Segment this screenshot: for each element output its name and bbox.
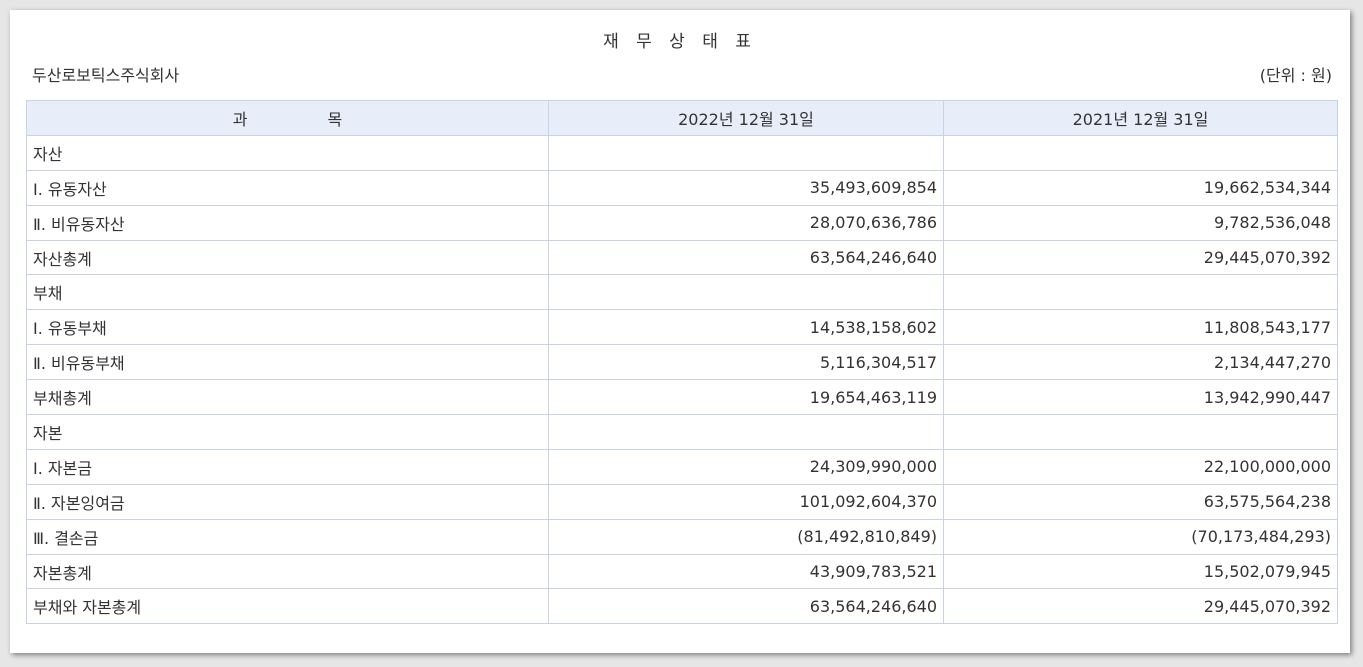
table-row: 자산총계 63,564,246,640 29,445,070,392 <box>26 239 1338 276</box>
table-row: Ⅰ. 유동부채 14,538,158,602 11,808,543,177 <box>26 309 1338 346</box>
row-value-2022 <box>548 274 944 311</box>
table-row: Ⅲ. 결손금 (81,492,810,849) (70,173,484,293) <box>26 518 1338 555</box>
document-title: 재 무 상 태 표 <box>603 32 757 52</box>
row-value-2022: 101,092,604,370 <box>548 483 944 520</box>
table-header-row: 과목 2022년 12월 31일 2021년 12월 31일 <box>26 100 1338 136</box>
row-value-2021: 19,662,534,344 <box>943 169 1338 206</box>
header-2022: 2022년 12월 31일 <box>548 100 944 136</box>
header-2021: 2021년 12월 31일 <box>943 100 1338 136</box>
row-label: 부채 <box>26 274 549 311</box>
row-value-2021: 22,100,000,000 <box>943 448 1338 485</box>
header-subject: 과목 <box>26 100 549 136</box>
row-label: Ⅰ. 유동부채 <box>26 309 549 346</box>
row-value-2021: 63,575,564,238 <box>943 483 1338 520</box>
row-label: 자산총계 <box>26 239 549 276</box>
row-label: 자본 <box>26 414 549 450</box>
table-row: 부채와 자본총계 63,564,246,640 29,445,070,392 <box>26 588 1338 625</box>
row-value-2022: 43,909,783,521 <box>548 553 944 590</box>
header-subject-part1: 과 <box>232 109 248 129</box>
row-value-2021 <box>943 274 1338 311</box>
unit-label: (단위 : 원) <box>1259 66 1332 85</box>
company-name: 두산로보틱스주식회사 <box>32 66 180 85</box>
row-value-2022: 63,564,246,640 <box>548 588 944 625</box>
table-row: 부채 <box>26 274 1338 311</box>
financial-statement-sheet: 재 무 상 태 표 두산로보틱스주식회사 (단위 : 원) 과목 2022년 1… <box>10 10 1350 653</box>
row-label: 자산 <box>26 134 549 171</box>
row-value-2021: 29,445,070,392 <box>943 588 1338 625</box>
header-subject-part2: 목 <box>327 109 343 129</box>
table-row: 자본 <box>26 414 1338 450</box>
row-value-2021 <box>943 414 1338 450</box>
table-row: Ⅱ. 비유동자산 28,070,636,786 9,782,536,048 <box>26 204 1338 241</box>
table-row: Ⅰ. 유동자산 35,493,609,854 19,662,534,344 <box>26 169 1338 206</box>
row-value-2021: 11,808,543,177 <box>943 309 1338 346</box>
table-row: Ⅰ. 자본금 24,309,990,000 22,100,000,000 <box>26 448 1338 485</box>
table-row: Ⅱ. 비유동부채 5,116,304,517 2,134,447,270 <box>26 344 1338 381</box>
row-label: Ⅱ. 비유동부채 <box>26 344 549 381</box>
table-row: Ⅱ. 자본잉여금 101,092,604,370 63,575,564,238 <box>26 483 1338 520</box>
row-value-2022: 5,116,304,517 <box>548 344 944 381</box>
row-value-2022 <box>548 414 944 450</box>
row-value-2022: 28,070,636,786 <box>548 204 944 241</box>
table-row: 자본총계 43,909,783,521 15,502,079,945 <box>26 553 1338 590</box>
row-value-2022: 35,493,609,854 <box>548 169 944 206</box>
row-value-2021: 29,445,070,392 <box>943 239 1338 276</box>
row-value-2022: 24,309,990,000 <box>548 448 944 485</box>
row-label: 부채총계 <box>26 379 549 416</box>
row-label: Ⅱ. 비유동자산 <box>26 204 549 241</box>
table-row: 자산 <box>26 134 1338 171</box>
row-value-2021: 15,502,079,945 <box>943 553 1338 590</box>
row-value-2022: 19,654,463,119 <box>548 379 944 416</box>
row-label: 부채와 자본총계 <box>26 588 549 625</box>
row-label: Ⅱ. 자본잉여금 <box>26 483 549 520</box>
row-value-2022: 14,538,158,602 <box>548 309 944 346</box>
row-value-2021: 2,134,447,270 <box>943 344 1338 381</box>
row-value-2021: (70,173,484,293) <box>943 518 1338 555</box>
row-value-2022: 63,564,246,640 <box>548 239 944 276</box>
row-value-2022: (81,492,810,849) <box>548 518 944 555</box>
row-value-2021 <box>943 134 1338 171</box>
row-value-2022 <box>548 134 944 171</box>
balance-sheet-table: 과목 2022년 12월 31일 2021년 12월 31일 자산 Ⅰ. 유동자산… <box>26 100 1338 625</box>
row-label: 자본총계 <box>26 553 549 590</box>
row-label: Ⅲ. 결손금 <box>26 518 549 555</box>
table-row: 부채총계 19,654,463,119 13,942,990,447 <box>26 379 1338 416</box>
row-value-2021: 13,942,990,447 <box>943 379 1338 416</box>
row-value-2021: 9,782,536,048 <box>943 204 1338 241</box>
row-label: Ⅰ. 자본금 <box>26 448 549 485</box>
row-label: Ⅰ. 유동자산 <box>26 169 549 206</box>
